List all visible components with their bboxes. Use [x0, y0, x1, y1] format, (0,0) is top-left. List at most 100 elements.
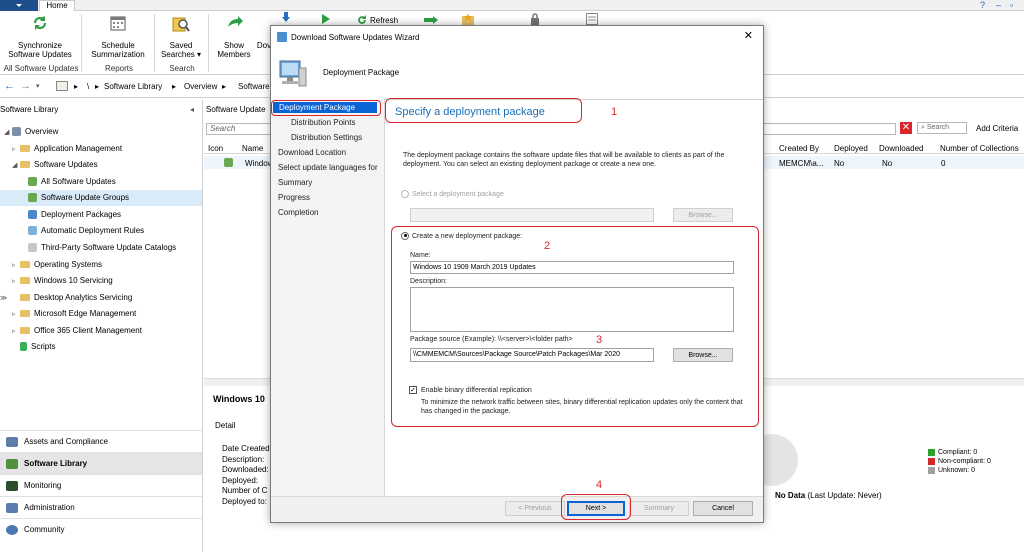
collapse-arrow-icon: ▹: [12, 311, 16, 318]
file-menu-button[interactable]: [0, 0, 38, 11]
workspace-assets-and-compliance[interactable]: Assets and Compliance: [0, 430, 202, 452]
synchronize-software-updates-button[interactable]: Synchronize Software Updates: [6, 41, 74, 59]
summary-button[interactable]: Summary: [629, 501, 689, 516]
green-arrow-icon: [424, 16, 438, 24]
synchronize-icon: [32, 15, 48, 31]
calendar-icon: [110, 15, 126, 31]
column-header-downloaded[interactable]: Downloaded: [879, 144, 923, 153]
select-existing-radio[interactable]: [401, 189, 409, 198]
software-library-icon: [6, 458, 18, 469]
workspace-monitoring[interactable]: Monitoring: [0, 474, 202, 496]
column-header-name[interactable]: Name: [242, 144, 263, 153]
browse-existing-button[interactable]: Browse...: [673, 208, 733, 222]
package-description-input[interactable]: [410, 287, 734, 332]
tree-item-label: Third-Party Software Update Catalogs: [41, 243, 177, 252]
tree-item-office-365-client-management[interactable]: ▹ Office 365 Client Management: [0, 323, 202, 339]
search-button[interactable]: ⌕ Search: [917, 122, 967, 134]
add-criteria-link[interactable]: Add Criteria: [976, 124, 1018, 133]
step-distribution-points[interactable]: Distribution Points: [291, 118, 355, 127]
minimize-icon[interactable]: –: [996, 0, 1001, 10]
tree-item-third-party-catalogs[interactable]: Third-Party Software Update Catalogs: [0, 240, 202, 256]
package-name-input[interactable]: Windows 10 1909 March 2019 Updates: [410, 261, 734, 274]
breadcrumb-separator-icon: ▸: [222, 82, 227, 91]
forward-arrow-icon[interactable]: →: [20, 80, 31, 92]
breadcrumb-software-library[interactable]: Software Library: [104, 82, 162, 91]
step-distribution-settings[interactable]: Distribution Settings: [291, 133, 362, 142]
workspace-community[interactable]: Community: [0, 518, 202, 540]
create-new-radio[interactable]: [401, 231, 409, 240]
tree-item-deployment-packages[interactable]: Deployment Packages: [0, 207, 202, 223]
tree-item-microsoft-edge-management[interactable]: ▹ Microsoft Edge Management: [0, 306, 202, 322]
workspace-administration[interactable]: Administration: [0, 496, 202, 518]
detail-tab[interactable]: Detail: [215, 421, 235, 430]
tree-item-operating-systems[interactable]: ▹ Operating Systems: [0, 257, 202, 273]
close-icon[interactable]: ✕: [744, 29, 753, 42]
detail-field: Date Created: [222, 444, 270, 453]
wizard-app-icon: [277, 32, 287, 42]
binary-diff-label: Enable binary differential replication: [421, 387, 532, 394]
workspace-label: Monitoring: [24, 481, 62, 490]
tree-item-desktop-analytics-servicing[interactable]: ≫ Desktop Analytics Servicing: [0, 290, 202, 306]
detail-field: Deployed to:: [222, 496, 267, 506]
history-dropdown-icon[interactable]: ▾: [36, 82, 40, 90]
refresh-button[interactable]: Refresh: [370, 16, 398, 25]
create-new-option[interactable]: Create a new deployment package:: [401, 231, 522, 240]
breadcrumb-overview[interactable]: Overview: [184, 82, 217, 91]
workspace-label: Community: [24, 525, 65, 534]
legend-label: Unknown: 0: [938, 467, 975, 474]
column-header-icon[interactable]: Icon: [208, 144, 223, 153]
tree-item-software-update-groups[interactable]: Software Update Groups: [0, 190, 202, 206]
tab-home[interactable]: Home: [39, 0, 75, 11]
binary-diff-option[interactable]: ✓ Enable binary differential replication: [409, 385, 532, 394]
previous-button[interactable]: < Previous: [505, 501, 565, 516]
tree-item-all-software-updates[interactable]: All Software Updates: [0, 174, 202, 190]
step-download-location[interactable]: Download Location: [278, 148, 346, 157]
name-label: Name:: [410, 252, 431, 259]
collapse-arrow-icon: ▹: [12, 278, 16, 285]
folder-star-icon: [462, 13, 474, 25]
annotation-number-1: 1: [611, 106, 618, 118]
detail-field: Downloaded:: [222, 465, 269, 474]
step-summary[interactable]: Summary: [278, 178, 312, 187]
step-progress[interactable]: Progress: [278, 193, 310, 202]
synchronize-label-1: Synchronize: [17, 41, 63, 50]
column-header-created-by[interactable]: Created By: [779, 144, 819, 153]
package-source-input[interactable]: \\CMMEMCM\Sources\Package Source\Patch P…: [410, 348, 654, 362]
tree-item-windows-10-servicing[interactable]: ▹ Windows 10 Servicing: [0, 273, 202, 289]
tree-item-automatic-deployment-rules[interactable]: Automatic Deployment Rules: [0, 223, 202, 239]
play-arrow-icon: [321, 14, 331, 24]
lock-icon: [530, 13, 540, 25]
step-select-update-languages[interactable]: Select update languages for: [278, 163, 378, 172]
annotation-box-4: [561, 494, 631, 520]
dialog-header-title: Deployment Package: [323, 68, 400, 77]
browse-source-button[interactable]: Browse...: [673, 348, 733, 362]
schedule-summarization-button[interactable]: Schedule Summarization: [84, 41, 152, 59]
column-header-number-of-collections[interactable]: Number of Collections: [940, 144, 1019, 153]
group-reports: Reports: [104, 64, 133, 73]
folder-icon: [20, 310, 30, 318]
tree-item-scripts[interactable]: Scripts: [0, 339, 202, 355]
tree-item-software-updates[interactable]: ◢ Software Updates: [0, 157, 202, 173]
tree-item-application-management[interactable]: ▹ Application Management: [0, 141, 202, 157]
saved-searches-button[interactable]: Saved Searches ▾: [158, 41, 204, 59]
pane-splitter[interactable]: [202, 100, 203, 552]
back-arrow-icon[interactable]: ←: [4, 80, 15, 92]
binary-diff-help: To minimize the network traffic between …: [421, 399, 743, 415]
breadcrumb-software[interactable]: Software: [238, 82, 270, 91]
folder-icon: [20, 161, 30, 169]
restore-icon[interactable]: ▫: [1010, 0, 1013, 10]
clear-search-icon[interactable]: ✕: [900, 122, 912, 134]
binary-diff-checkbox[interactable]: ✓: [409, 385, 417, 394]
console-root-icon[interactable]: [56, 81, 68, 91]
show-members-button[interactable]: Show Members: [214, 41, 254, 59]
help-icon[interactable]: ?: [980, 0, 985, 10]
step-completion[interactable]: Completion: [278, 208, 318, 217]
tree-item-overview[interactable]: ◢ Overview: [0, 124, 202, 140]
select-existing-option[interactable]: Select a deployment package: [401, 189, 504, 198]
computer-icon: [277, 58, 307, 88]
workspace-software-library[interactable]: Software Library: [0, 452, 202, 474]
cancel-button[interactable]: Cancel: [693, 501, 753, 516]
collapse-pane-icon[interactable]: ◂: [190, 105, 194, 114]
breadcrumb-root[interactable]: \: [87, 82, 89, 91]
column-header-deployed[interactable]: Deployed: [834, 144, 868, 153]
